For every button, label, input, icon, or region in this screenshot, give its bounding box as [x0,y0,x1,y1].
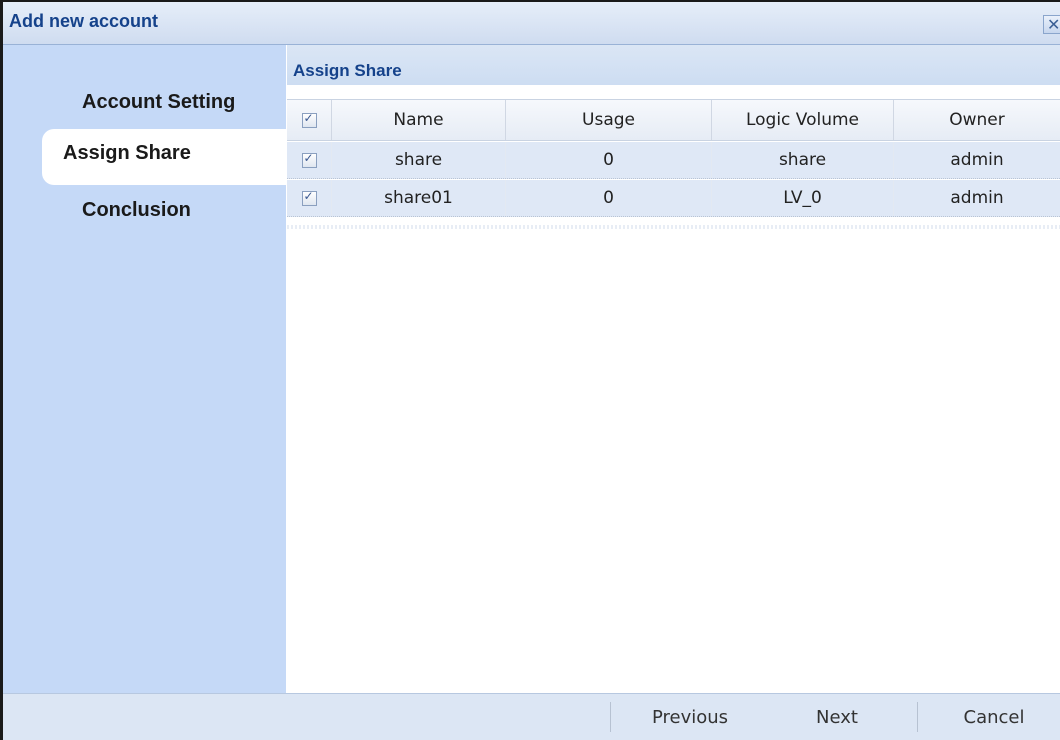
cell-logic-volume: share [711,142,893,178]
cell-usage: 0 [505,180,711,216]
dialog-footer: Previous Next Cancel [3,693,1060,740]
grid-bottom-divider [287,225,1060,229]
add-account-dialog: Add new account ✕ Account Setting Assign… [0,0,1060,740]
panel-header: Assign Share [287,45,1060,85]
select-all-checkbox-cell [287,100,331,140]
column-header-logic-volume[interactable]: Logic Volume [711,100,893,140]
row-checkbox-cell [287,180,331,216]
table-row[interactable]: share01 0 LV_0 admin [287,180,1060,217]
main-panel: Assign Share Name Usage Logic Volume Own… [287,45,1060,693]
column-header-owner[interactable]: Owner [893,100,1060,140]
row-checkbox[interactable] [301,189,317,206]
cell-name: share01 [331,180,505,216]
cell-owner: admin [893,180,1060,216]
cancel-button[interactable]: Cancel [933,694,1055,740]
footer-separator [917,702,918,732]
previous-button[interactable]: Previous [629,694,751,740]
cell-usage: 0 [505,142,711,178]
next-button[interactable]: Next [781,694,893,740]
cell-logic-volume: LV_0 [711,180,893,216]
column-header-usage[interactable]: Usage [505,100,711,140]
dialog-title: Add new account [9,11,159,31]
row-checkbox[interactable] [301,151,317,168]
wizard-steps-nav: Account Setting Assign Share Conclusion [3,45,286,693]
select-all-checkbox[interactable] [301,111,317,128]
row-checkbox-cell [287,142,331,178]
nav-item-label: Conclusion [82,199,191,221]
dialog-titlebar: Add new account ✕ [3,2,1060,45]
grid-header-row: Name Usage Logic Volume Owner [287,99,1060,141]
table-row[interactable]: share 0 share admin [287,142,1060,179]
column-header-name[interactable]: Name [331,100,505,140]
footer-separator [610,702,611,732]
nav-item-assign-share[interactable]: Assign Share [42,129,286,185]
panel-title: Assign Share [293,61,402,80]
nav-item-label: Assign Share [63,142,191,164]
cell-owner: admin [893,142,1060,178]
nav-item-label: Account Setting [82,91,236,113]
cell-name: share [331,142,505,178]
close-icon[interactable]: ✕ [1043,15,1060,34]
